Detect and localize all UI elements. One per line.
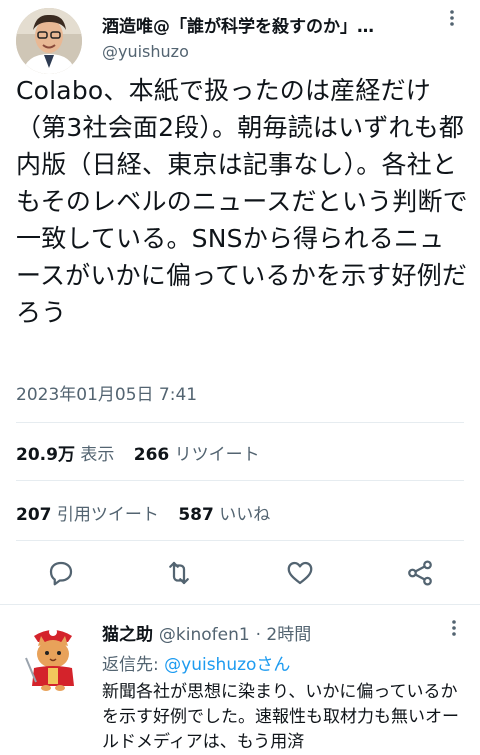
quotes-count[interactable]: 207	[16, 505, 52, 525]
reply-time: · 2時間	[255, 625, 312, 645]
tweet-timestamp[interactable]: 2023年01月05日 7:41	[16, 380, 197, 405]
like-icon[interactable]	[285, 558, 315, 588]
reply-author-name[interactable]: 猫之助	[102, 625, 153, 645]
quotes-label[interactable]: 引用ツイート	[57, 505, 159, 525]
views-retweets-row: 20.9万 表示 266 リツイート	[16, 440, 274, 465]
reply-author-line[interactable]: 猫之助 @kinofen1 · 2時間	[102, 620, 311, 645]
reply-to-link[interactable]: @yuishuzoさん	[164, 655, 290, 675]
retweets-count[interactable]: 266	[134, 445, 170, 465]
divider	[16, 540, 464, 541]
reply-tweet[interactable]: 猫之助 @kinofen1 · 2時間 返信先: @yuishuzoさん 新聞各…	[0, 612, 480, 752]
quotes-likes-row: 207 引用ツイート 587 いいね	[16, 500, 284, 525]
tweet-text: Colabo、本紙で扱ったのは産経だけ（第3社会面2段）。朝毎読はいずれも都内版…	[16, 76, 468, 327]
views-count: 20.9万	[16, 445, 75, 465]
reply-to-label: 返信先:	[102, 655, 159, 675]
reply-icon[interactable]	[46, 558, 76, 588]
tweet-actions-bar	[0, 548, 480, 598]
more-icon[interactable]	[444, 618, 464, 643]
tweet-header: 酒造唯@「誰が科学を殺すのか」… @yuishuzo	[16, 8, 464, 74]
likes-label[interactable]: いいね	[219, 505, 270, 525]
divider	[16, 422, 464, 423]
reply-to-line: 返信先: @yuishuzoさん	[102, 650, 290, 675]
retweet-icon[interactable]	[164, 558, 194, 588]
author-avatar[interactable]	[16, 8, 82, 74]
author-display-name[interactable]: 酒造唯@「誰が科学を殺すのか」…	[102, 12, 422, 37]
likes-count[interactable]: 587	[178, 505, 214, 525]
section-divider	[0, 604, 480, 605]
retweets-label[interactable]: リツイート	[175, 445, 260, 465]
views-label: 表示	[80, 445, 115, 465]
more-icon[interactable]	[440, 8, 464, 32]
reply-avatar[interactable]	[22, 622, 84, 692]
author-handle[interactable]: @yuishuzo	[102, 42, 189, 61]
divider	[16, 480, 464, 481]
reply-author-handle[interactable]: @kinofen1	[159, 625, 250, 645]
share-icon[interactable]	[405, 558, 435, 588]
reply-text: 新聞各社が思想に染まり、いかに偏っているかを示す好例でした。速報性も取材力も無い…	[102, 682, 459, 752]
